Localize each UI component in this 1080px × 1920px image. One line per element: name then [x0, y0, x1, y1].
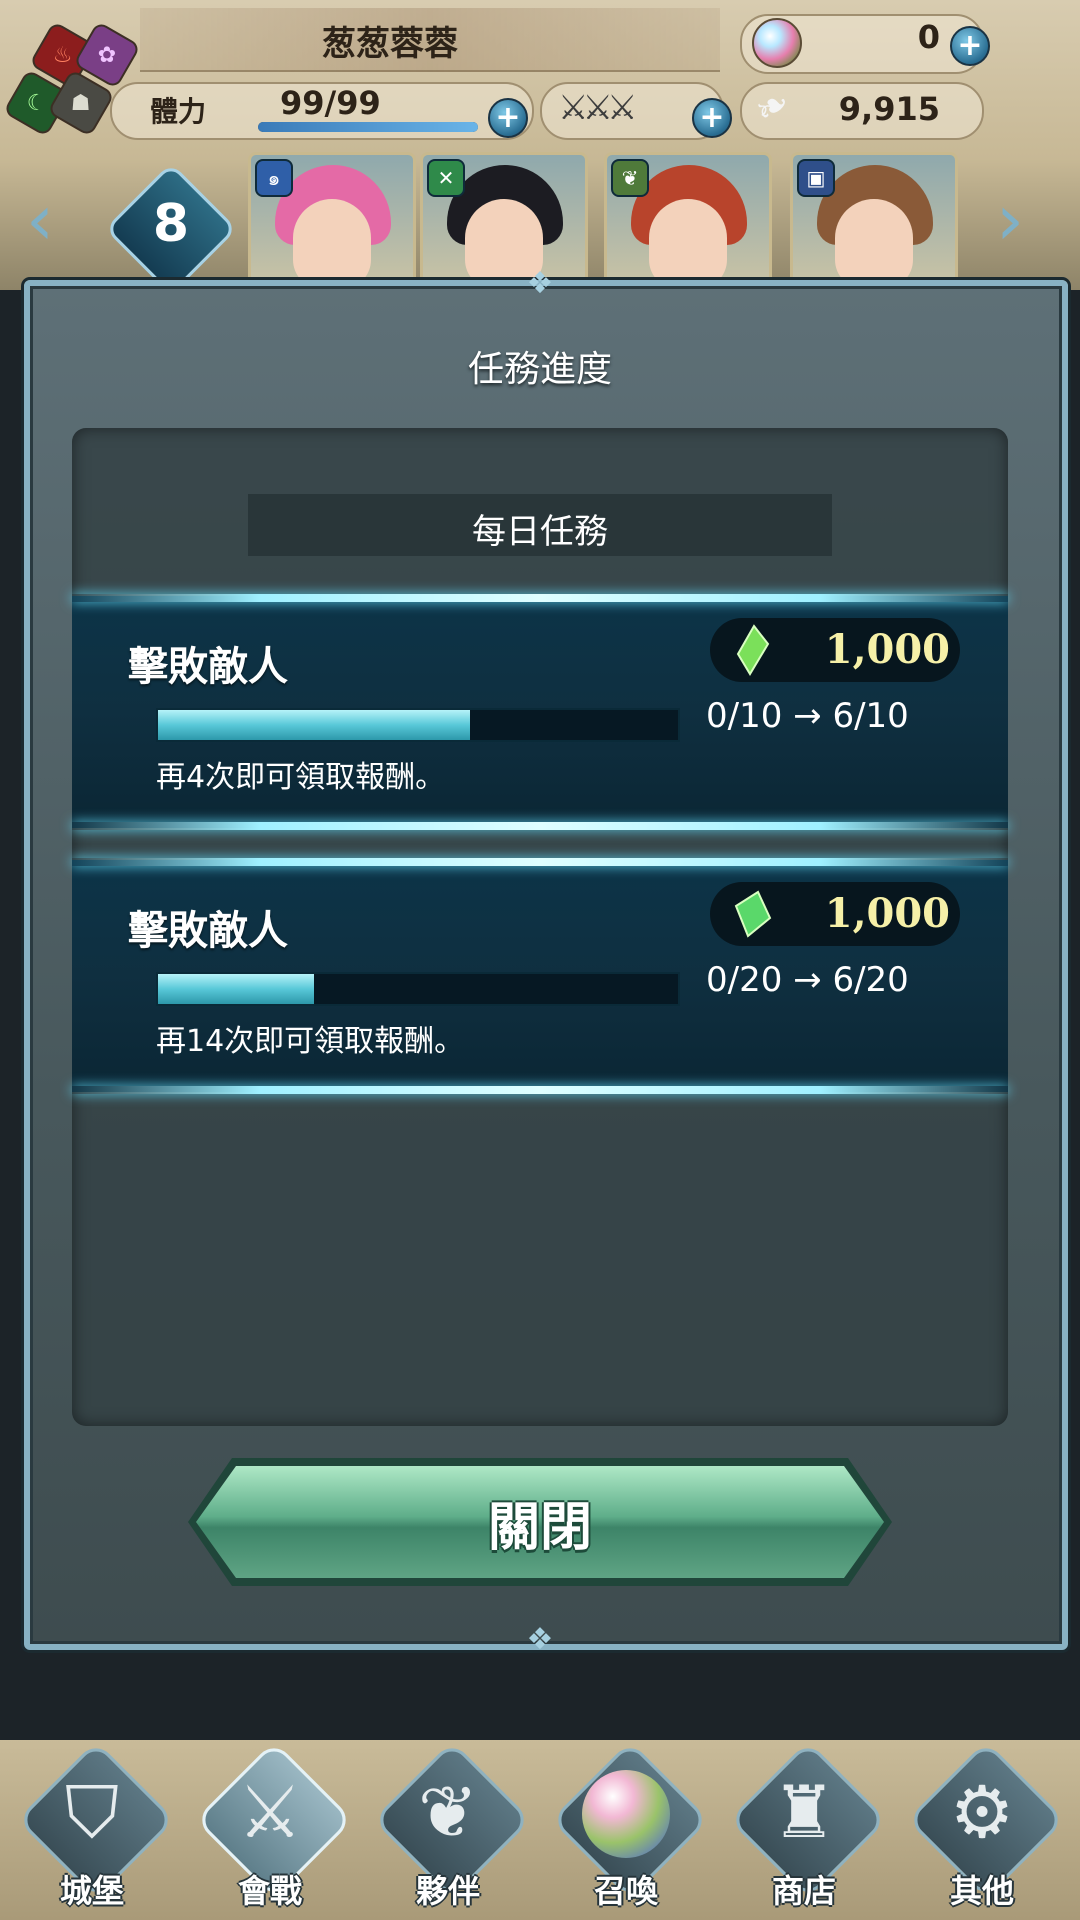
quest-row: 擊敗敵人 1,000 0/10 → 6/10 再4次即可領取報酬。 — [72, 594, 1008, 830]
stamina-bar — [258, 122, 478, 132]
dialog-title: 任務進度 — [467, 349, 612, 390]
frame-ornament-top: ❖ — [526, 266, 554, 301]
reward-pill: 1,000 — [710, 882, 960, 946]
leaf-icon: ❦ — [611, 159, 649, 197]
nav-item[interactable]: ⚙ 其他 — [898, 1740, 1066, 1916]
add-duel-swords-button[interactable]: + — [692, 98, 732, 138]
castle-crest-icon: ⛉ — [64, 1770, 119, 1854]
frame-ornament-bottom: ❖ — [526, 1622, 554, 1657]
reward-amount: 1,000 — [824, 626, 950, 673]
summon-orb-icon — [582, 1770, 670, 1858]
water-icon: ๑ — [255, 159, 293, 197]
nav-label: 召喚 — [593, 1872, 658, 1910]
quest-name: 擊敗敵人 — [128, 644, 288, 690]
nav-item[interactable]: 召喚 — [542, 1740, 710, 1916]
quest-progress-bar — [156, 972, 680, 1006]
nav-label: 其他 — [949, 1872, 1014, 1910]
quest-progress-fill — [158, 974, 314, 1004]
nav-item[interactable]: ⚔ 會戰 — [186, 1740, 354, 1916]
crossed-swords-icon: ⚔ — [237, 1770, 303, 1854]
quest-progress-bar — [156, 708, 680, 742]
feather-count: 9,915 — [838, 90, 940, 128]
stamina-label: 體力 — [150, 95, 207, 128]
crystal-shard-icon — [732, 624, 772, 676]
close-button[interactable]: 關閉 — [196, 1466, 884, 1578]
orb-icon — [752, 18, 802, 68]
quest-row: 擊敗敵人 1,000 0/20 → 6/20 再14次即可領取報酬。 — [72, 858, 1008, 1094]
crystal-icon — [732, 888, 772, 940]
progress-text: 0/10 → 6/10 — [706, 696, 909, 736]
stamina-value: 99/99 — [280, 84, 381, 122]
quest-name: 擊敗敵人 — [128, 908, 288, 954]
nav-item[interactable]: ♜ 商店 — [720, 1740, 888, 1916]
nav-item[interactable]: ⛉ 城堡 — [8, 1740, 176, 1916]
glow-line-bottom — [72, 1086, 1008, 1094]
add-stamina-button[interactable]: + — [488, 98, 528, 138]
remaining-text: 再14次即可領取報酬。 — [156, 1024, 465, 1059]
chevron-right-icon[interactable]: › — [996, 180, 1056, 260]
gear-icon: ⚙ — [949, 1770, 1015, 1854]
nav-label: 夥伴 — [415, 1872, 480, 1910]
tome-icon: ▣ — [797, 159, 835, 197]
progress-text: 0/20 → 6/20 — [706, 960, 909, 1000]
element-hexes: ♨ ✿ ☾ ☗ — [2, 20, 142, 138]
wing-icon: ❦ — [417, 1770, 479, 1854]
reward-pill: 1,000 — [710, 618, 960, 682]
remaining-text: 再4次即可領取報酬。 — [156, 760, 446, 795]
orb-count: 0 — [917, 18, 940, 56]
section-title: 每日任務 — [472, 512, 608, 552]
glow-line-top — [72, 594, 1008, 602]
shop-tower-icon: ♜ — [771, 1770, 837, 1854]
close-button-label: 關閉 — [487, 1497, 592, 1558]
glow-line-top — [72, 858, 1008, 866]
glow-line-bottom — [72, 822, 1008, 830]
reward-amount: 1,000 — [824, 890, 950, 937]
quest-progress-fill — [158, 710, 470, 740]
bow-icon: ✕ — [427, 159, 465, 197]
nav-label: 商店 — [771, 1872, 836, 1910]
level-number: 8 — [152, 194, 190, 254]
add-orbs-button[interactable]: + — [950, 26, 990, 66]
nav-item[interactable]: ❦ 夥伴 — [364, 1740, 532, 1916]
player-name: 葱葱蓉蓉 — [322, 24, 458, 64]
nav-label: 城堡 — [59, 1872, 124, 1910]
chevron-left-icon[interactable]: ‹ — [26, 180, 86, 260]
duel-swords-icon: ⚔⚔⚔ — [558, 88, 637, 128]
nav-label: 會戰 — [237, 1872, 302, 1910]
stamina-bar-fill — [258, 122, 478, 132]
